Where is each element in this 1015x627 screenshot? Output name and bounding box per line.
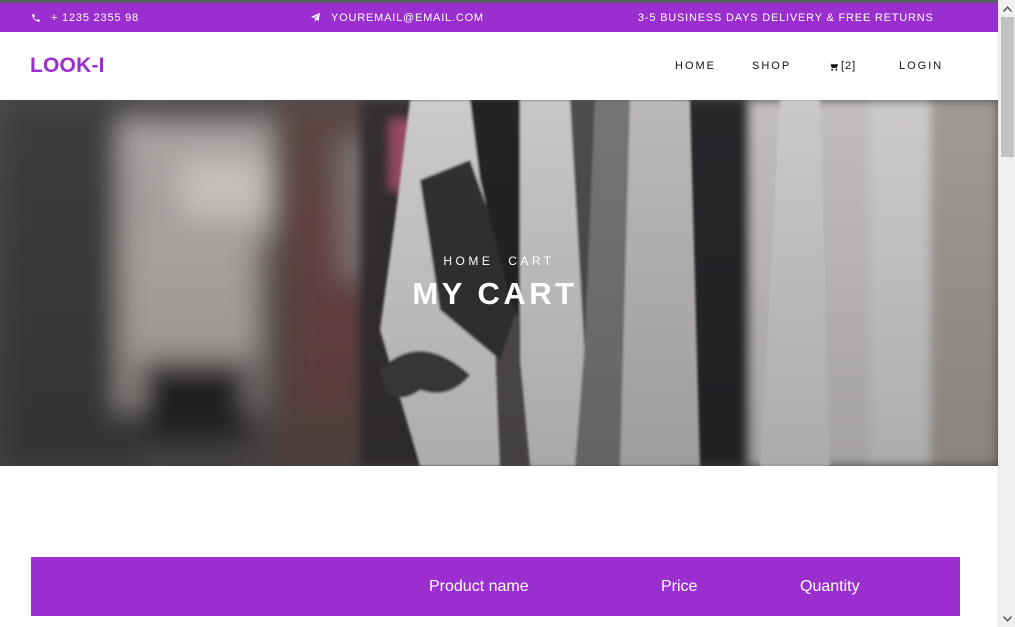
breadcrumb-home[interactable]: HOME	[443, 254, 493, 268]
delivery-notice: 3-5 BUSINESS DAYS DELIVERY & FREE RETURN…	[638, 3, 934, 32]
phone-text: + 1235 2355 98	[51, 11, 139, 24]
chevron-down-icon	[1003, 615, 1012, 622]
delivery-text: 3-5 BUSINESS DAYS DELIVERY & FREE RETURN…	[638, 11, 934, 24]
column-header-quantity: Quantity	[800, 577, 860, 595]
vertical-scrollbar[interactable]	[998, 0, 1015, 627]
brand-logo[interactable]: LOOK-I	[30, 54, 105, 78]
contact-email[interactable]: YOUREMAIL@EMAIL.COM	[310, 3, 484, 32]
column-header-price: Price	[661, 577, 698, 595]
cart-table-header: Product name Price Quantity	[31, 557, 960, 616]
scroll-up-button[interactable]	[999, 0, 1015, 17]
chevron-up-icon	[1003, 5, 1012, 12]
scrollbar-thumb[interactable]	[1001, 17, 1014, 157]
main-navbar: LOOK-I HOME SHOP [2] LOGIN	[0, 32, 998, 100]
column-header-product-name: Product name	[429, 577, 529, 595]
breadcrumb-cart: CART	[508, 254, 555, 268]
contact-phone[interactable]: + 1235 2355 98	[31, 3, 139, 32]
breadcrumb: HOME CART	[0, 254, 998, 268]
page: + 1235 2355 98 YOUREMAIL@EMAIL.COM 3-5 B…	[0, 0, 998, 627]
nav-cart[interactable]: [2]	[828, 32, 856, 100]
phone-icon	[32, 13, 40, 22]
cart-icon	[828, 61, 839, 71]
page-title: MY CART	[412, 276, 578, 311]
nav-login[interactable]: LOGIN	[899, 32, 943, 100]
scroll-down-button[interactable]	[999, 610, 1015, 627]
cart-count: [2]	[841, 60, 857, 72]
nav-home[interactable]: HOME	[675, 32, 716, 100]
email-text: YOUREMAIL@EMAIL.COM	[331, 11, 484, 24]
hero-banner: HOME CART MY CART	[0, 100, 998, 466]
nav-shop[interactable]: SHOP	[752, 32, 791, 100]
paper-plane-icon	[310, 12, 321, 22]
top-info-bar: + 1235 2355 98 YOUREMAIL@EMAIL.COM 3-5 B…	[0, 0, 998, 32]
